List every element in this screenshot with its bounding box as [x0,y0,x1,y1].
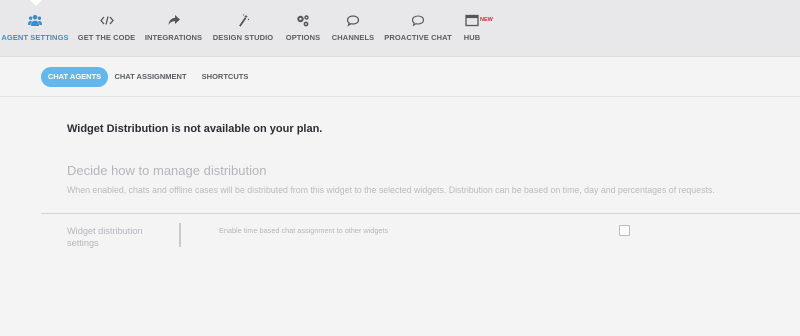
magic-wand-icon [236,14,250,27]
settings-label: Widget distribution settings [67,225,167,249]
gears-icon [296,14,310,27]
browser-window-icon [465,14,479,27]
share-arrow-icon [167,14,181,27]
nav-item-label: INTEGRATIONS [144,33,203,42]
subtabs-divider [0,96,800,97]
settings-label-line1: Widget distribution [67,226,143,236]
subtab-chat-agents[interactable]: CHAT AGENTS [41,67,108,87]
subtab-shortcuts[interactable]: SHORTCUTS [199,67,251,87]
nav-item-label: CHANNELS [331,33,375,42]
settings-label-line2: settings [67,238,99,248]
nav-item-integrations[interactable]: INTEGRATIONS [143,14,204,48]
nav-item-label: PROACTIVE CHAT [384,33,452,42]
code-icon [99,14,114,27]
nav-item-channels[interactable]: CHANNELS [330,14,376,48]
nav-item-options[interactable]: OPTIONS [281,14,325,48]
section-description: When enabled, chats and offline cases wi… [67,185,715,195]
chat-bubble-icon [346,14,360,27]
section-title: Decide how to manage distribution [67,163,267,178]
top-navigation: AGENT SETTINGS GET THE CODE INTEGRATIONS… [0,0,800,57]
nav-item-label: HUB [463,33,481,42]
section-divider [41,213,800,214]
nav-item-proactive-chat[interactable]: PROACTIVE CHAT [384,14,452,48]
new-badge: NEW [480,17,493,23]
nav-item-agent-settings[interactable]: AGENT SETTINGS [0,14,70,48]
nav-item-label: AGENT SETTINGS [1,33,69,42]
time-based-assignment-label: Enable time based chat assignment to oth… [219,226,389,235]
nav-item-label: GET THE CODE [77,33,136,42]
nav-item-design-studio[interactable]: DESIGN STUDIO [211,14,275,48]
vertical-separator [179,223,181,247]
nav-item-label: OPTIONS [285,33,321,42]
nav-item-label: DESIGN STUDIO [212,33,274,42]
chat-bubble-outline-icon [411,14,425,27]
active-tab-pointer [30,0,42,6]
time-based-assignment-checkbox[interactable] [619,225,630,236]
nav-item-get-the-code[interactable]: GET THE CODE [76,14,137,48]
subtab-chat-assignment[interactable]: CHAT ASSIGNMENT [114,67,187,87]
users-icon [28,14,42,27]
plan-notice: Widget Distribution is not available on … [67,123,323,135]
